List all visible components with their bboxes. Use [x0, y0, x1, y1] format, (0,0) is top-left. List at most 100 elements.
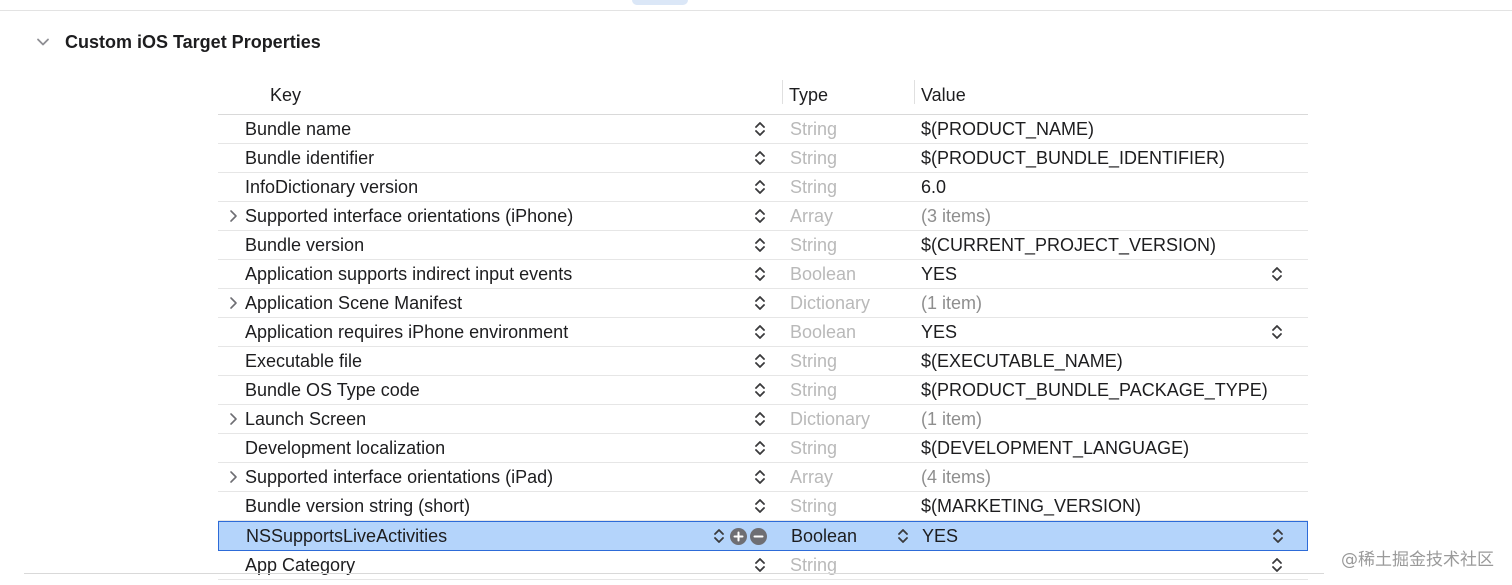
type-cell[interactable]: Boolean: [790, 318, 856, 346]
table-row[interactable]: Application Scene Manifest Dictionary (1 i…: [218, 289, 1308, 318]
value-cell[interactable]: YES: [922, 522, 958, 550]
chevron-right-icon[interactable]: [224, 463, 242, 491]
type-cell[interactable]: String: [790, 551, 837, 579]
key-cell[interactable]: Bundle name: [245, 115, 351, 143]
type-cell[interactable]: Boolean: [791, 522, 857, 550]
column-header-value[interactable]: Value: [921, 82, 966, 108]
value-cell[interactable]: YES: [921, 318, 957, 346]
section-header[interactable]: Custom iOS Target Properties: [34, 28, 321, 56]
key-stepper-icon[interactable]: [751, 405, 769, 433]
key-cell[interactable]: App Category: [245, 551, 355, 579]
chevron-down-icon[interactable]: [34, 33, 52, 51]
key-cell[interactable]: InfoDictionary version: [245, 173, 418, 201]
table-row[interactable]: Development localization String $(DEVELOPM…: [218, 434, 1308, 463]
value-cell[interactable]: (1 item): [921, 405, 982, 433]
key-stepper-icon[interactable]: [751, 202, 769, 230]
table-body: Bundle name String $(PRODUCT_NAME) Bundle i…: [218, 115, 1308, 580]
chevron-right-icon[interactable]: [224, 405, 242, 433]
key-stepper-icon[interactable]: [751, 463, 769, 491]
key-cell[interactable]: Bundle identifier: [245, 144, 374, 172]
type-cell[interactable]: String: [790, 144, 837, 172]
value-cell[interactable]: $(PRODUCT_BUNDLE_PACKAGE_TYPE): [921, 376, 1268, 404]
type-cell[interactable]: Array: [790, 202, 833, 230]
table-header: Key Type Value: [218, 76, 1308, 115]
value-stepper-icon[interactable]: [1268, 260, 1286, 288]
key-cell[interactable]: Bundle OS Type code: [245, 376, 420, 404]
key-cell[interactable]: Development localization: [245, 434, 445, 462]
table-row[interactable]: InfoDictionary version String 6.0: [218, 173, 1308, 202]
key-cell[interactable]: NSSupportsLiveActivities: [246, 522, 447, 550]
value-cell[interactable]: (4 items): [921, 463, 991, 491]
type-cell[interactable]: Array: [790, 463, 833, 491]
type-cell[interactable]: String: [790, 376, 837, 404]
key-cell[interactable]: Bundle version string (short): [245, 492, 470, 520]
type-cell[interactable]: String: [790, 231, 837, 259]
table-row[interactable]: Executable file String $(EXECUTABLE_NAME): [218, 347, 1308, 376]
key-stepper-icon[interactable]: [751, 492, 769, 520]
remove-row-icon[interactable]: [750, 527, 767, 545]
table-row[interactable]: App Category String: [218, 551, 1308, 580]
type-cell[interactable]: String: [790, 434, 837, 462]
key-cell[interactable]: Supported interface orientations (iPhone…: [245, 202, 573, 230]
key-stepper-icon[interactable]: [751, 376, 769, 404]
value-stepper-icon[interactable]: [1268, 551, 1286, 579]
value-cell[interactable]: $(PRODUCT_BUNDLE_IDENTIFIER): [921, 144, 1225, 172]
value-cell[interactable]: $(PRODUCT_NAME): [921, 115, 1094, 143]
type-cell[interactable]: String: [790, 173, 837, 201]
key-stepper-icon[interactable]: [751, 144, 769, 172]
type-cell[interactable]: Dictionary: [790, 405, 870, 433]
key-stepper-icon[interactable]: [751, 173, 769, 201]
value-stepper-icon[interactable]: [1268, 318, 1286, 346]
chevron-right-icon[interactable]: [224, 289, 242, 317]
value-cell[interactable]: (3 items): [921, 202, 991, 230]
key-cell[interactable]: Application supports indirect input even…: [245, 260, 572, 288]
value-stepper-icon[interactable]: [1269, 522, 1287, 550]
value-cell[interactable]: 6.0: [921, 173, 946, 201]
key-stepper-icon[interactable]: [751, 551, 769, 579]
type-cell[interactable]: Boolean: [790, 260, 856, 288]
key-cell[interactable]: Bundle version: [245, 231, 364, 259]
table-row[interactable]: Application supports indirect input even…: [218, 260, 1308, 289]
key-stepper-icon[interactable]: [710, 522, 728, 550]
type-cell[interactable]: String: [790, 347, 837, 375]
type-cell[interactable]: String: [790, 492, 837, 520]
key-cell[interactable]: Launch Screen: [245, 405, 366, 433]
key-cell[interactable]: Executable file: [245, 347, 362, 375]
value-cell[interactable]: YES: [921, 260, 957, 288]
key-stepper-icon[interactable]: [751, 231, 769, 259]
column-header-key[interactable]: Key: [270, 82, 301, 108]
value-cell[interactable]: $(MARKETING_VERSION): [921, 492, 1141, 520]
key-stepper-icon[interactable]: [751, 260, 769, 288]
table-row[interactable]: Bundle version string (short) String $(MAR…: [218, 492, 1308, 521]
key-stepper-icon[interactable]: [751, 289, 769, 317]
column-header-type[interactable]: Type: [789, 82, 828, 108]
table-row[interactable]: Bundle name String $(PRODUCT_NAME): [218, 115, 1308, 144]
value-cell[interactable]: (1 item): [921, 289, 982, 317]
table-row[interactable]: Bundle identifier String $(PRODUCT_BUNDLE_…: [218, 144, 1308, 173]
key-cell[interactable]: Supported interface orientations (iPad): [245, 463, 553, 491]
top-tab-indicator: [632, 0, 688, 5]
table-row[interactable]: Supported interface orientations (iPad) A…: [218, 463, 1308, 492]
column-divider[interactable]: [782, 80, 783, 104]
add-row-icon[interactable]: [730, 527, 747, 545]
value-cell[interactable]: $(EXECUTABLE_NAME): [921, 347, 1123, 375]
type-cell[interactable]: String: [790, 115, 837, 143]
table-row[interactable]: Launch Screen Dictionary (1 item): [218, 405, 1308, 434]
key-stepper-icon[interactable]: [751, 347, 769, 375]
table-row[interactable]: Bundle OS Type code String $(PRODUCT_BUNDL…: [218, 376, 1308, 405]
type-cell[interactable]: Dictionary: [790, 289, 870, 317]
key-stepper-icon[interactable]: [751, 318, 769, 346]
key-cell[interactable]: Application Scene Manifest: [245, 289, 462, 317]
table-row[interactable]: Application requires iPhone environment B…: [218, 318, 1308, 347]
value-cell[interactable]: $(CURRENT_PROJECT_VERSION): [921, 231, 1216, 259]
chevron-right-icon[interactable]: [224, 202, 242, 230]
table-row[interactable]: Supported interface orientations (iPhone…: [218, 202, 1308, 231]
column-divider[interactable]: [914, 80, 915, 104]
key-stepper-icon[interactable]: [751, 434, 769, 462]
table-row-selected[interactable]: NSSupportsLiveActivities Boolean YES: [218, 521, 1308, 551]
key-stepper-icon[interactable]: [751, 115, 769, 143]
key-cell[interactable]: Application requires iPhone environment: [245, 318, 568, 346]
value-cell[interactable]: $(DEVELOPMENT_LANGUAGE): [921, 434, 1189, 462]
type-stepper-icon[interactable]: [894, 522, 912, 550]
table-row[interactable]: Bundle version String $(CURRENT_PROJECT_VE…: [218, 231, 1308, 260]
